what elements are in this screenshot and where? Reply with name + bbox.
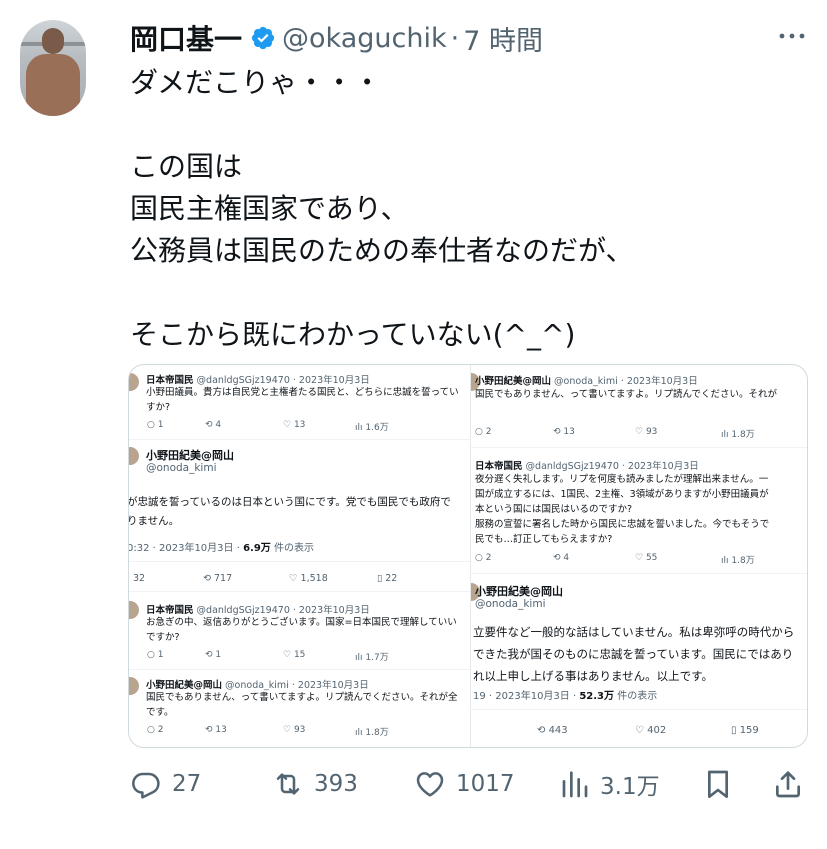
bookmark-icon xyxy=(708,770,728,798)
embedded-name: 小野田紀美@岡山 xyxy=(146,449,234,462)
media-right-panel: 小野田紀美@岡山 @onoda_kimi · 2023年10月3日 国民でもあり… xyxy=(471,365,807,747)
embedded-text: お急ぎの中、返信ありがとうございます。国家=日本国民で理解していい ですか? xyxy=(146,617,457,643)
views-button[interactable]: 3.1万 xyxy=(558,762,660,806)
embedded-text: 立要件など一般的な話はしていません。私は卑弥呼の時代から できた我が国そのものに… xyxy=(473,625,795,683)
embedded-stats: ○ 2 ⟲ 4 ♡ 55 ılı 1.8万 xyxy=(475,553,755,566)
author-name[interactable]: 岡口基一 xyxy=(130,18,242,58)
embedded-text: が忠誠を誓っているのは日本という国にです。党でも国民でも政府で りません。 xyxy=(129,496,451,527)
embedded-meta: 0:32 · 2023年10月3日 · 6.9万 件の表示 xyxy=(129,543,314,554)
embedded-text: 国民でもありません、って書いてますよ。リプ読んでください。それが全 です。 xyxy=(146,692,458,718)
embedded-header: 小野田紀美@岡山 @onoda_kimi · 2023年10月3日 xyxy=(146,680,369,691)
embedded-stats: ○ 1 ⟲ 4 ♡ 13 ılı 1.6万 xyxy=(147,420,389,433)
tweet-action-bar: 27 393 1017 3.1万 xyxy=(128,762,808,806)
tweet-header: 岡口基一 @okaguchik · 7 時間 xyxy=(130,18,543,58)
embedded-text: 夜分遅く失礼します。リプを何度も読みましたが理解出来ません。一 国が成立するには… xyxy=(475,474,770,545)
like-count: 1017 xyxy=(456,771,515,797)
tweet-timestamp[interactable]: 7 時間 xyxy=(463,19,543,58)
retweet-count: 393 xyxy=(314,771,358,797)
embedded-text: 小野田議員。貴方は自民党と主権者たる国民と、どちらに忠誠を誓ってい すか? xyxy=(146,387,459,413)
embedded-header: 小野田紀美@岡山 @onoda_kimi · 2023年10月3日 xyxy=(475,376,698,387)
separator-dot: · xyxy=(450,22,460,54)
embedded-handle: @onoda_kimi xyxy=(475,598,546,610)
embedded-stats: ○ 1 ⟲ 1 ♡ 15 ılı 1.7万 xyxy=(147,650,389,663)
media-left-panel: 日本帝国民 @danldgSGjz19470 · 2023年10月3日 小野田議… xyxy=(129,365,470,747)
embedded-handle: @onoda_kimi xyxy=(146,462,217,474)
embedded-stats: ○ 2 ⟲ 13 ♡ 93 ılı 1.8万 xyxy=(475,427,755,440)
avatar-photo xyxy=(20,20,86,116)
author-avatar[interactable] xyxy=(20,20,86,116)
embedded-stats: ⟲ 443 ♡ 402 ▯ 159 xyxy=(537,725,759,736)
reply-count: 27 xyxy=(172,771,202,797)
embedded-header: 日本帝国民 @danldgSGjz19470 · 2023年10月3日 xyxy=(146,605,370,616)
more-icon[interactable] xyxy=(777,26,807,46)
bookmark-button[interactable] xyxy=(702,762,734,806)
reply-icon xyxy=(132,772,160,799)
embedded-text: 国民でもありません、って書いてますよ。リプ読んでください。それが xyxy=(475,389,778,400)
author-handle[interactable]: @okaguchik xyxy=(282,23,447,54)
like-button[interactable]: 1017 xyxy=(414,762,515,806)
embedded-header: 日本帝国民 @danldgSGjz19470 · 2023年10月3日 xyxy=(146,375,370,386)
embedded-avatar xyxy=(129,373,139,391)
embedded-name: 小野田紀美@岡山 xyxy=(475,585,563,598)
share-icon xyxy=(776,771,800,798)
tweet-text: ダメだこりゃ・・・ この国は 国民主権国家であり、 公務員は国民のための奉仕者な… xyxy=(130,66,634,351)
like-icon xyxy=(416,772,444,797)
tweet-media-image[interactable]: 日本帝国民 @danldgSGjz19470 · 2023年10月3日 小野田議… xyxy=(128,364,808,748)
embedded-avatar xyxy=(129,447,139,465)
embedded-stats: ○ 2 ⟲ 13 ♡ 93 ılı 1.8万 xyxy=(147,725,389,738)
embedded-stats: 32 ⟲ 717 ♡ 1,518 ▯ 22 xyxy=(133,573,398,584)
retweet-button[interactable]: 393 xyxy=(272,762,358,806)
verified-badge-icon xyxy=(251,26,275,50)
embedded-avatar xyxy=(129,677,139,695)
embedded-meta: 19 · 2023年10月3日 · 52.3万 件の表示 xyxy=(473,691,658,702)
views-count: 3.1万 xyxy=(600,774,660,800)
views-icon xyxy=(562,771,588,798)
share-button[interactable] xyxy=(772,762,804,806)
reply-button[interactable]: 27 xyxy=(130,762,201,806)
embedded-avatar xyxy=(129,601,139,619)
embedded-header: 日本帝国民 @danldgSGjz19470 · 2023年10月3日 xyxy=(475,461,699,472)
retweet-icon xyxy=(276,773,300,795)
